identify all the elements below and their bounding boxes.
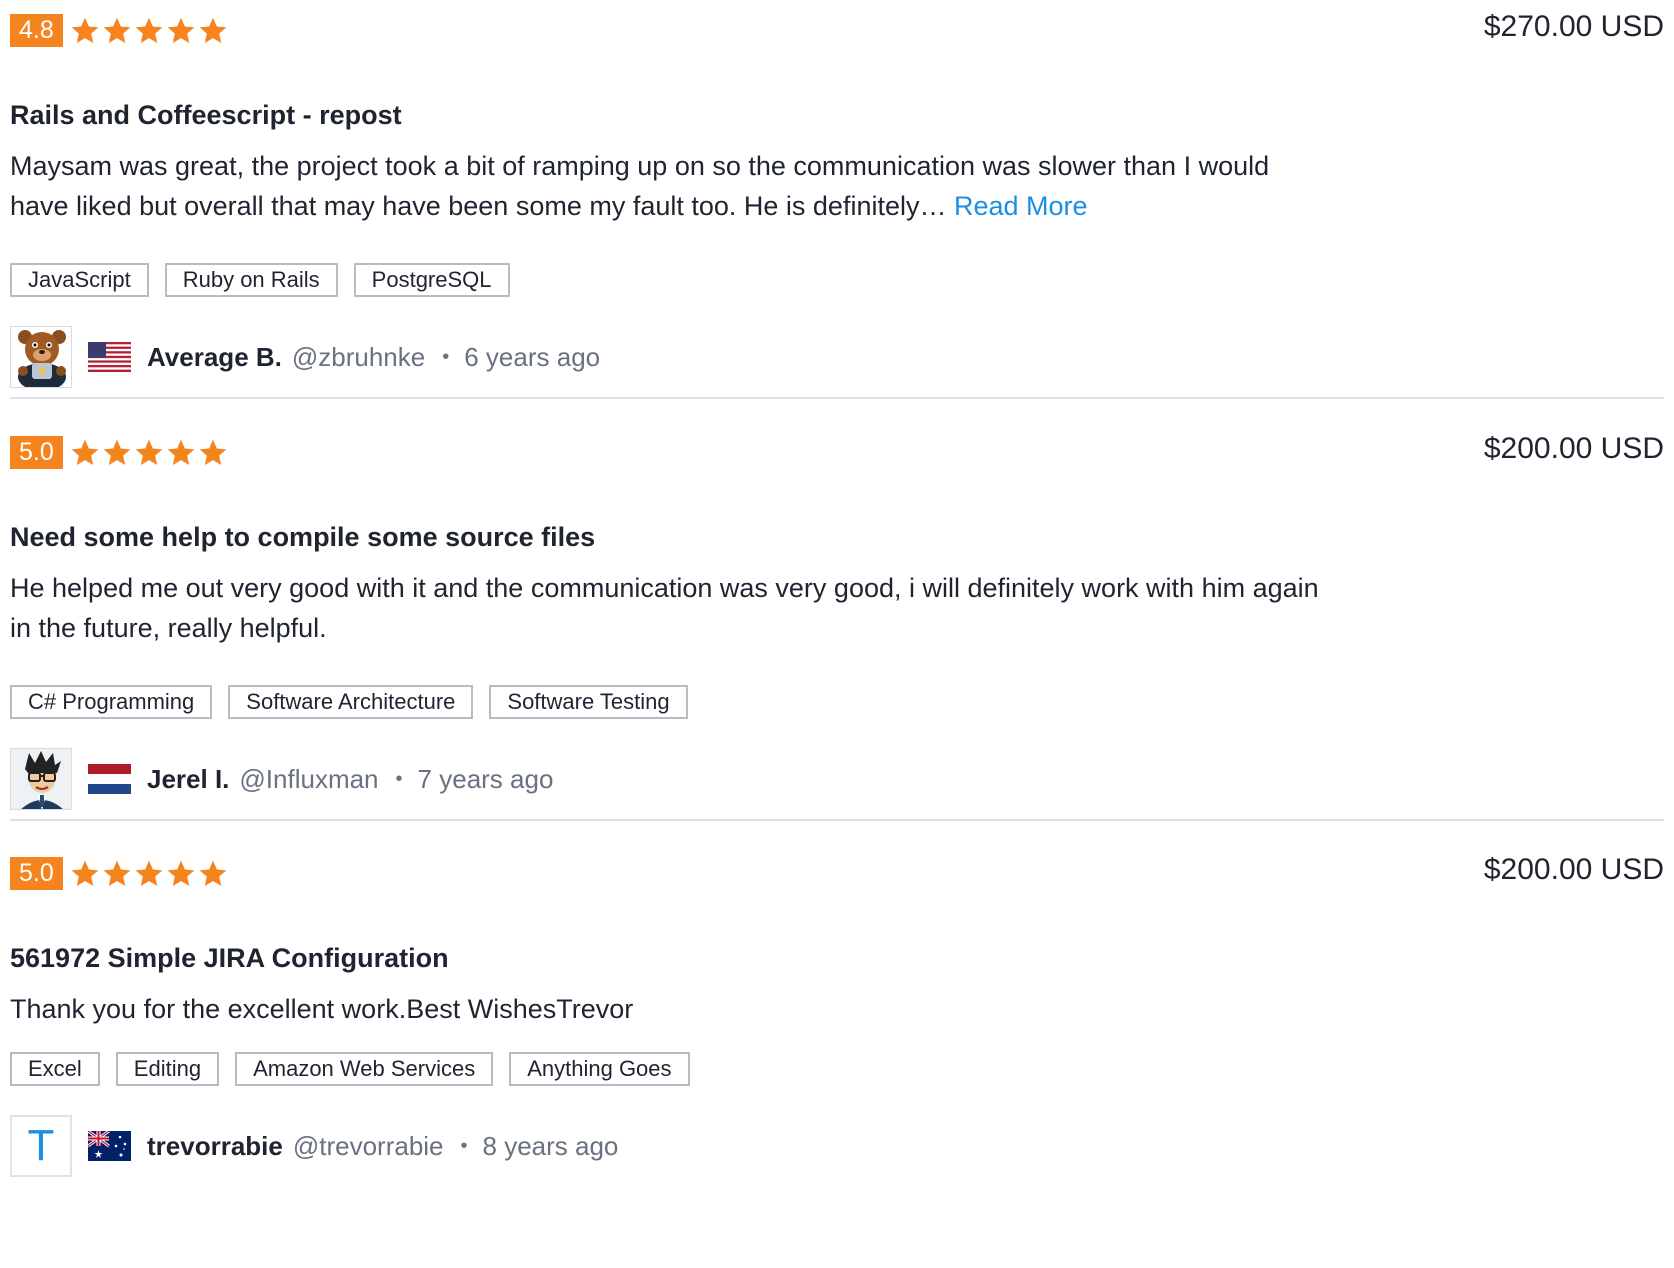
skill-tag[interactable]: Excel <box>10 1052 100 1086</box>
star-icon <box>71 439 99 465</box>
star-rating <box>69 858 229 890</box>
reviewer-name[interactable]: Jerel I. <box>147 764 229 795</box>
skill-tag[interactable]: Editing <box>115 1052 220 1086</box>
star-icon <box>71 17 99 43</box>
star-icon <box>71 860 99 886</box>
star-icon <box>167 439 195 465</box>
skill-tag[interactable]: Ruby on Rails <box>164 263 338 297</box>
rating-row: 5.0 <box>10 857 229 890</box>
project-price: $270.00 USD <box>1483 10 1664 43</box>
review-time: 6 years ago <box>464 341 601 372</box>
star-icon <box>135 860 163 886</box>
us-flag-icon <box>88 342 131 372</box>
reviewer-handle[interactable]: @zbruhnke <box>292 342 425 373</box>
nl-flag-icon <box>88 764 131 794</box>
project-title[interactable]: Need some help to compile some source fi… <box>10 522 595 553</box>
au-flag-icon <box>88 1131 131 1161</box>
star-icon <box>199 17 227 43</box>
skill-tag[interactable]: Software Architecture <box>228 685 474 719</box>
bear-avatar-icon <box>11 327 71 387</box>
avatar[interactable]: T <box>10 1115 72 1177</box>
skill-tag[interactable]: Software Testing <box>489 685 688 719</box>
reviewer-info: Jerel I. @Influxman • 7 years ago <box>10 748 553 810</box>
rating-badge: 5.0 <box>10 436 63 469</box>
reviewer-info: Average B. @zbruhnke • 6 years ago <box>10 326 600 388</box>
separator-dot: • <box>460 1134 468 1157</box>
review-body: Thank you for the excellent work.Best Wi… <box>10 994 634 1024</box>
star-icon <box>167 17 195 43</box>
cartoon-man-avatar-icon <box>11 749 71 809</box>
reviewer-name[interactable]: trevorrabie <box>147 1131 283 1162</box>
project-title[interactable]: 561972 Simple JIRA Configuration <box>10 943 449 974</box>
separator-dot: • <box>395 767 403 790</box>
project-price: $200.00 USD <box>1483 432 1664 465</box>
skill-tag[interactable]: Anything Goes <box>509 1052 690 1086</box>
star-rating <box>69 437 229 469</box>
skill-tags: C# Programming Software Architecture Sof… <box>10 685 688 719</box>
rating-badge: 4.8 <box>10 14 63 47</box>
reviewer-name[interactable]: Average B. <box>147 342 282 373</box>
rating-badge: 5.0 <box>10 857 63 890</box>
separator-dot: • <box>442 345 450 368</box>
project-price: $200.00 USD <box>1483 853 1664 886</box>
review-time: 7 years ago <box>417 763 554 794</box>
divider <box>10 397 1664 399</box>
skill-tag[interactable]: PostgreSQL <box>353 263 510 297</box>
star-icon <box>199 860 227 886</box>
star-icon <box>103 860 131 886</box>
skill-tag[interactable]: C# Programming <box>10 685 213 719</box>
review-time: 8 years ago <box>482 1130 619 1161</box>
star-icon <box>103 439 131 465</box>
star-rating <box>69 15 229 47</box>
review-text: Maysam was great, the project took a bit… <box>10 146 1330 226</box>
skill-tag[interactable]: Amazon Web Services <box>235 1052 494 1086</box>
star-icon <box>103 17 131 43</box>
review-text: Thank you for the excellent work.Best Wi… <box>10 989 1330 1029</box>
star-icon <box>167 860 195 886</box>
reviewer-handle[interactable]: @Influxman <box>239 764 378 795</box>
reviewer-info: T trevorrabie @trevorrabie • 8 years ago <box>10 1115 618 1177</box>
avatar[interactable] <box>10 748 72 810</box>
read-more-link[interactable]: Read More <box>954 191 1088 221</box>
divider <box>10 819 1664 821</box>
project-title[interactable]: Rails and Coffeescript - repost <box>10 100 402 131</box>
skill-tags: Excel Editing Amazon Web Services Anythi… <box>10 1052 690 1086</box>
skill-tag[interactable]: JavaScript <box>10 263 149 297</box>
reviewer-handle[interactable]: @trevorrabie <box>293 1131 444 1162</box>
rating-row: 4.8 <box>10 14 229 47</box>
avatar[interactable] <box>10 326 72 388</box>
reviews-list: 4.8 $270.00 USD Rails and Coffeescript -… <box>0 0 1674 1268</box>
rating-row: 5.0 <box>10 436 229 469</box>
star-icon <box>199 439 227 465</box>
review-body: He helped me out very good with it and t… <box>10 573 1319 643</box>
star-icon <box>135 17 163 43</box>
review-text: He helped me out very good with it and t… <box>10 568 1330 648</box>
star-icon <box>135 439 163 465</box>
skill-tags: JavaScript Ruby on Rails PostgreSQL <box>10 263 510 297</box>
